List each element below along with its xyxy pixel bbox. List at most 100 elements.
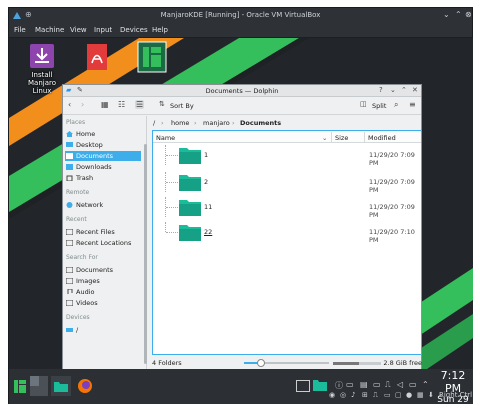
places-item-search-documents[interactable]: Documents [65,265,141,275]
breadcrumb-home[interactable]: home [171,119,189,127]
desktop-icon [66,142,73,147]
desktop-icon-install[interactable]: Install Manjaro Linux [18,43,66,95]
places-item-label: Trash [76,174,94,182]
dolphin-task-icon[interactable] [51,376,71,396]
dolphin-title: Documents — Dolphin [205,87,279,95]
places-item-network[interactable]: Network [65,200,141,210]
display-icon[interactable]: ▭ [409,380,417,389]
chevron-right-icon: › [232,119,235,127]
places-item-videos[interactable]: Videos [65,298,141,308]
hdd-status-icon[interactable]: ◉ [329,391,335,399]
minimize-icon[interactable]: ⌄ [390,86,396,94]
menu-machine[interactable]: Machine [35,26,64,34]
network-icon [66,202,73,208]
split-icon[interactable]: ◫ [360,100,367,108]
file-modified: 11/29/20 7:09 PM [369,178,415,194]
downloads-icon [66,164,73,170]
sort-icon[interactable]: ⇅ [159,100,165,108]
file-modified: 11/29/20 7:09 PM [369,151,415,167]
zoom-slider-handle[interactable] [257,359,265,367]
display-status-icon[interactable]: ▢ [395,391,402,399]
table-row[interactable]: 2 11/29/20 7:09 PM [153,172,421,194]
maximize-icon[interactable]: ⌃ [401,86,407,94]
arrow-down-icon[interactable]: ⬇ [428,391,434,399]
table-row[interactable]: 22 11/29/20 7:10 PM [153,222,421,244]
show-desktop-icon[interactable] [296,380,310,392]
search-icon[interactable]: ⌕ [394,100,398,110]
volume-icon[interactable]: ◁ [397,380,403,389]
shared-folder-icon[interactable]: ▭ [384,391,391,399]
icons-view-icon[interactable]: ▦ [101,100,109,109]
search-for-header: Search For [66,254,98,261]
file-modified: 11/29/20 7:09 PM [369,203,415,219]
optical-status-icon[interactable]: ◎ [340,391,346,399]
folder-icon [179,175,201,191]
usb-status-icon[interactable]: ⎍ [373,391,378,400]
column-name[interactable]: Name [156,134,175,142]
places-item-recent-files[interactable]: Recent Files [65,227,141,237]
places-item-audio[interactable]: Audio [65,287,141,297]
images-icon [66,278,73,284]
host-key: Right Ctrl [439,391,473,399]
menu-file[interactable]: File [14,26,26,34]
network-status-icon[interactable]: ⊞ [362,391,368,399]
manjaro-menu-icon[interactable] [14,380,26,393]
storage-icon[interactable]: ▭ [373,380,381,389]
dolphin-titlebar: ▰ ✎ Documents — Dolphin ? ⌄ ⌃ ✕ [63,85,421,97]
back-icon[interactable]: ‹ [68,100,71,109]
cpu-status-icon[interactable]: ▦ [417,391,424,399]
breadcrumb-root[interactable]: / [153,119,155,127]
tray-expand-icon[interactable]: ⌃ [422,380,429,389]
desktop-pager-icon[interactable] [30,376,48,396]
breadcrumb-manjaro[interactable]: manjaro [203,119,230,127]
desktop-icon-manjaro[interactable] [128,41,176,75]
folder-count: 4 Folders [152,359,182,367]
places-item-root[interactable]: / [65,325,141,335]
compact-view-icon[interactable]: ☷ [118,100,125,109]
menu-help[interactable]: Help [152,26,168,34]
menu-devices[interactable]: Devices [120,26,148,34]
places-item-images[interactable]: Images [65,276,141,286]
help-icon[interactable]: ? [379,86,383,94]
split-button[interactable]: Split [372,102,386,110]
places-item-home[interactable]: Home [65,129,141,139]
places-item-documents[interactable]: Documents [65,151,141,161]
minimize-icon[interactable]: ⌄ [443,10,450,19]
documents-icon [66,267,73,273]
table-row[interactable]: 1 11/29/20 7:09 PM [153,145,421,167]
column-size[interactable]: Size [335,134,348,142]
hamburger-menu-icon[interactable]: ≡ [409,100,416,109]
places-scrollbar[interactable] [144,144,147,364]
keyboard-icon[interactable]: ▭ [346,380,354,389]
vbox-statusbar: ◉ ◎ ♪ ⊞ ⎍ ▭ ▢ ● ▦ ⬇ Right Ctrl [329,389,473,403]
folder-tray-icon[interactable] [313,378,327,392]
places-header: Places [66,119,86,126]
close-icon[interactable]: ⊗ [465,10,472,19]
sort-by-button[interactable]: Sort By [170,102,194,110]
free-space: 2.8 GiB free [383,359,422,367]
tree-line [165,197,178,217]
places-item-trash[interactable]: Trash [65,173,141,183]
column-modified[interactable]: Modified [368,134,396,142]
column-separator [331,132,332,142]
forward-icon[interactable]: › [81,100,84,109]
capture-icon[interactable]: ● [406,391,412,399]
breadcrumb-documents[interactable]: Documents [240,119,281,127]
firefox-icon[interactable] [77,378,93,394]
close-icon[interactable]: ✕ [412,86,418,94]
clipboard-icon[interactable]: ▤ [360,380,368,389]
table-row[interactable]: 11 11/29/20 7:09 PM [153,197,421,219]
places-item-label: Recent Files [76,228,115,236]
audio-status-icon[interactable]: ♪ [351,391,355,399]
chevron-down-icon[interactable]: ⌄ [322,134,327,142]
zoom-slider[interactable] [244,359,329,367]
details-view-icon[interactable]: ☰ [135,100,145,109]
maximize-icon[interactable]: ⌃ [455,10,462,19]
places-item-desktop[interactable]: Desktop [65,140,141,150]
places-item-downloads[interactable]: Downloads [65,162,141,172]
places-item-recent-locations[interactable]: Recent Locations [65,238,141,248]
desktop-icon-pdf[interactable] [73,43,121,73]
trash-icon [66,175,73,181]
menu-view[interactable]: View [70,26,87,34]
menu-input[interactable]: Input [94,26,112,34]
